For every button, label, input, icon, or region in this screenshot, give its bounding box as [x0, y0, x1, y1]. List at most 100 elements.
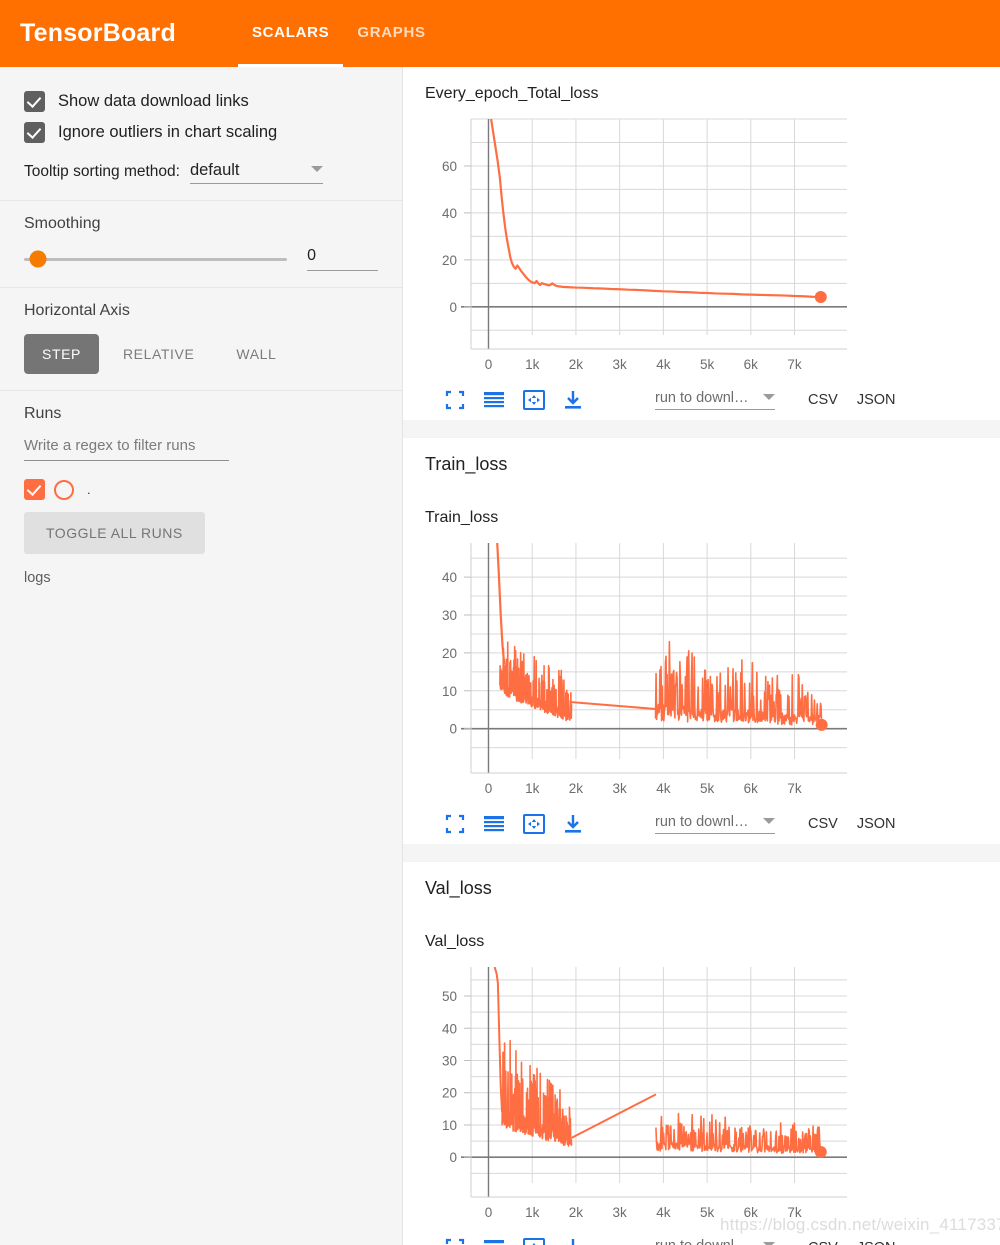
axis-option-wall[interactable]: WALL — [218, 334, 294, 374]
download-csv-link[interactable]: CSV — [808, 1240, 838, 1245]
svg-text:2k: 2k — [569, 1205, 584, 1220]
checkbox-icon[interactable] — [24, 122, 45, 143]
download-icon[interactable] — [564, 814, 582, 834]
data-series-icon[interactable] — [484, 1240, 504, 1245]
run-checkbox-icon[interactable] — [24, 479, 45, 500]
svg-text:7k: 7k — [787, 781, 802, 796]
svg-text:0: 0 — [449, 1150, 457, 1165]
svg-text:30: 30 — [442, 608, 457, 623]
download-json-link[interactable]: JSON — [857, 392, 896, 408]
svg-text:6k: 6k — [744, 1205, 759, 1220]
download-csv-link[interactable]: CSV — [808, 816, 838, 832]
app-title: TensorBoard — [20, 19, 176, 47]
run-to-download-select[interactable]: run to downl… — [655, 390, 775, 410]
svg-text:6k: 6k — [744, 357, 759, 372]
svg-text:0: 0 — [449, 300, 457, 315]
svg-text:7k: 7k — [787, 1205, 802, 1220]
chart-svg[interactable]: 0 10 20 30 40 50 0 1k 2k 3k 4k 5k 6k 7k — [409, 959, 879, 1231]
smoothing-slider-thumb[interactable] — [29, 250, 47, 268]
tooltip-sorting-select[interactable]: default — [189, 161, 323, 184]
svg-text:3k: 3k — [613, 357, 628, 372]
horizontal-axis-title: Horizontal Axis — [24, 302, 130, 319]
svg-text:4k: 4k — [656, 357, 671, 372]
chart-svg[interactable]: 0 20 40 60 0 1k 2k 3k 4k 5k 6k 7k — [409, 111, 879, 383]
chart-plot[interactable]: 0 10 20 30 40 0 1k 2k 3k 4k 5k 6k 7k — [409, 535, 1000, 812]
svg-text:10: 10 — [442, 1118, 457, 1133]
chart-plot[interactable]: 0 20 40 60 0 1k 2k 3k 4k 5k 6k 7k — [409, 111, 1000, 388]
tab-scalars[interactable]: SCALARS — [237, 0, 344, 67]
fullscreen-icon[interactable] — [445, 1238, 465, 1245]
app-header: TensorBoard SCALARS GRAPHS — [0, 0, 1000, 67]
svg-text:10: 10 — [442, 684, 457, 699]
svg-text:40: 40 — [442, 206, 457, 221]
runs-filter-input[interactable]: Write a regex to filter runs — [24, 437, 229, 461]
chart-title: Val_loss — [425, 933, 485, 950]
section-header-train-loss[interactable]: Train_loss — [403, 438, 1000, 491]
svg-text:20: 20 — [442, 646, 457, 661]
chevron-down-icon — [763, 817, 775, 824]
svg-text:5k: 5k — [700, 1205, 715, 1220]
horizontal-axis-section: Horizontal Axis STEP RELATIVE WALL — [0, 288, 402, 391]
svg-text:1k: 1k — [525, 1205, 540, 1220]
settings-sidebar: Show data download links Ignore outliers… — [0, 67, 403, 1245]
section-header-val-loss[interactable]: Val_loss — [403, 862, 1000, 915]
svg-text:40: 40 — [442, 570, 457, 585]
axis-option-step[interactable]: STEP — [24, 334, 99, 374]
chart-title: Every_epoch_Total_loss — [425, 85, 599, 102]
smoothing-slider[interactable] — [24, 250, 288, 268]
svg-text:60: 60 — [442, 159, 457, 174]
chevron-down-icon — [763, 1241, 775, 1245]
checkbox-icon[interactable] — [24, 91, 45, 112]
svg-text:5k: 5k — [700, 357, 715, 372]
download-icon[interactable] — [564, 390, 582, 410]
ignore-outliers-row[interactable]: Ignore outliers in chart scaling — [24, 122, 378, 143]
data-series-icon[interactable] — [484, 392, 504, 408]
svg-text:6k: 6k — [744, 781, 759, 796]
run-to-download-value: run to downl… — [655, 814, 749, 830]
svg-text:0: 0 — [485, 357, 493, 372]
run-to-download-select[interactable]: run to downl… — [655, 814, 775, 834]
smoothing-title: Smoothing — [24, 215, 101, 232]
run-to-download-select[interactable]: run to downl… — [655, 1238, 775, 1245]
run-color-circle-icon[interactable] — [54, 479, 74, 500]
svg-text:7k: 7k — [787, 357, 802, 372]
svg-text:4k: 4k — [656, 1205, 671, 1220]
chart-svg[interactable]: 0 10 20 30 40 0 1k 2k 3k 4k 5k 6k 7k — [409, 535, 879, 807]
fit-domain-icon[interactable] — [523, 1238, 545, 1245]
chart-card: Every_epoch_Total_loss 0 20 40 60 0 1k 2k 3k 4k 5… — [403, 67, 1000, 420]
axis-option-relative[interactable]: RELATIVE — [105, 334, 212, 374]
fullscreen-icon[interactable] — [445, 390, 465, 410]
app-body: Show data download links Ignore outliers… — [0, 67, 1000, 1245]
horizontal-axis-options: STEP RELATIVE WALL — [24, 334, 378, 374]
toggle-all-runs-button[interactable]: TOGGLE ALL RUNS — [24, 512, 205, 554]
download-json-link[interactable]: JSON — [857, 816, 896, 832]
tab-graphs[interactable]: GRAPHS — [343, 0, 439, 67]
download-icon[interactable] — [564, 1238, 582, 1245]
tooltip-sorting-value: default — [189, 161, 240, 179]
svg-text:0: 0 — [485, 781, 493, 796]
svg-text:20: 20 — [442, 253, 457, 268]
svg-text:30: 30 — [442, 1053, 457, 1068]
download-csv-link[interactable]: CSV — [808, 392, 838, 408]
chart-toolbar: run to downl… CSV JSON — [445, 390, 1000, 410]
chart-card: Train_loss 0 10 20 30 40 0 1k 2k 3k 4k 5k 6k 7k run … — [403, 491, 1000, 844]
svg-text:1k: 1k — [525, 357, 540, 372]
nav-tabs: SCALARS GRAPHS — [237, 0, 440, 67]
svg-text:3k: 3k — [613, 1205, 628, 1220]
fullscreen-icon[interactable] — [445, 814, 465, 834]
fit-domain-icon[interactable] — [523, 390, 545, 410]
svg-text:4k: 4k — [656, 781, 671, 796]
chevron-down-icon — [310, 166, 323, 172]
chart-plot[interactable]: 0 10 20 30 40 50 0 1k 2k 3k 4k 5k 6k 7k — [409, 959, 1000, 1236]
smoothing-value-input[interactable]: 0 — [307, 247, 378, 271]
display-settings-section: Show data download links Ignore outliers… — [0, 79, 402, 201]
show-download-links-label: Show data download links — [58, 92, 249, 110]
show-download-links-row[interactable]: Show data download links — [24, 91, 378, 112]
tooltip-sorting-label: Tooltip sorting method: — [24, 163, 180, 180]
download-json-link[interactable]: JSON — [857, 1240, 896, 1245]
fit-domain-icon[interactable] — [523, 814, 545, 834]
data-series-icon[interactable] — [484, 816, 504, 832]
runs-section: Runs Write a regex to filter runs . TOGG… — [0, 391, 402, 602]
run-list-item[interactable]: . — [24, 479, 378, 500]
svg-text:40: 40 — [442, 1021, 457, 1036]
